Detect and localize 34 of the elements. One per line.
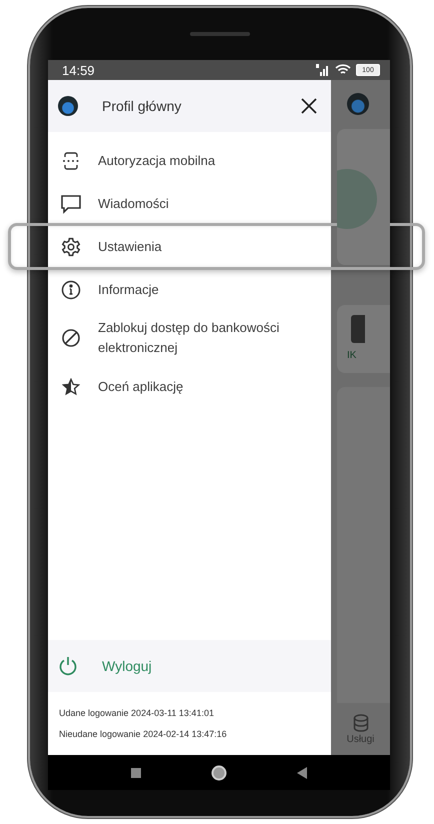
info-icon [61, 280, 81, 300]
settings-icon [61, 236, 81, 256]
power-icon [58, 656, 78, 676]
signal-icon [315, 64, 330, 76]
avatar[interactable] [58, 96, 78, 116]
triangle-icon [297, 766, 307, 778]
logout-button[interactable]: Wyloguj [58, 656, 152, 676]
square-icon [131, 768, 141, 778]
message-icon [60, 194, 82, 214]
tile-label: IK [347, 350, 356, 361]
profile-name: Profil główny [102, 98, 182, 114]
login-info-text: Nieudane logowanie 2024-02-14 13:47:16 [59, 729, 228, 739]
mobile-auth-icon [61, 150, 81, 170]
recents-button[interactable] [131, 768, 141, 778]
block-icon [61, 328, 81, 348]
home-button[interactable] [211, 764, 227, 780]
menu-item[interactable]: Wiadomości [48, 182, 331, 225]
menu-item[interactable]: Zablokuj dostęp do bankowości elektronicznej [48, 311, 331, 365]
menu-item[interactable]: Ustawienia [48, 225, 331, 268]
close-icon [301, 98, 317, 114]
login-info-text: Udane logowanie 2024-03-11 13:41:01 [59, 708, 215, 718]
speaker-grille [190, 32, 250, 36]
star-icon [62, 378, 80, 396]
close-button[interactable] [299, 96, 319, 116]
app-tile-icon [351, 315, 365, 343]
database-icon [352, 714, 368, 732]
avatar [347, 93, 369, 115]
clock-time: 14:59 [62, 62, 95, 78]
circle-icon [211, 764, 227, 780]
back-button[interactable] [297, 766, 307, 778]
wifi-icon [335, 64, 351, 76]
menu-item[interactable]: Autoryzacja mobilna [48, 139, 331, 182]
menu-item[interactable]: Oceń aplikację [48, 365, 331, 408]
menu-item[interactable]: Informacje [48, 268, 331, 311]
